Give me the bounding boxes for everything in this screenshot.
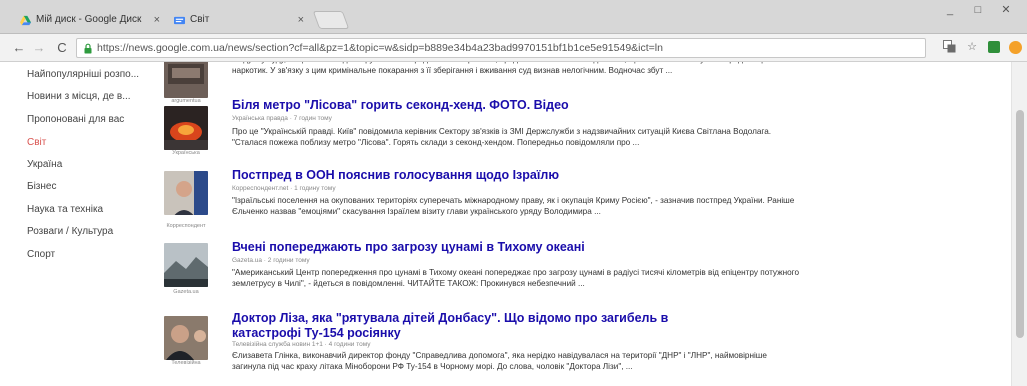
google-news-icon [174, 16, 185, 25]
article-title-link[interactable]: Біля метро "Лісова" горить секонд-хенд. … [232, 98, 569, 113]
article-title-link[interactable]: Доктор Ліза, яка "рятувала дітей Донбасу… [232, 311, 702, 341]
translate-icon[interactable] [942, 40, 956, 54]
close-icon[interactable]: × [154, 6, 160, 34]
new-tab-button[interactable] [312, 11, 350, 29]
reload-icon[interactable]: C [53, 39, 71, 57]
window-close-icon[interactable]: ✕ [993, 2, 1019, 18]
sidebar-item-world[interactable]: Світ [27, 137, 46, 148]
thumbnail-source: argumentua [171, 98, 201, 104]
thumbnail-source: Телевізійна [171, 360, 201, 366]
thumbnail-source: Gazeta.ua [173, 289, 199, 295]
thumbnail-source: Корреспондент [166, 223, 206, 229]
article-snippet: "Американський Центр попередження про цу… [232, 268, 800, 288]
sidebar-item-local[interactable]: Новини з місця, де в... [27, 91, 131, 102]
article-thumbnail[interactable] [164, 171, 208, 215]
article-snippet: Єлизавета Глінка, виконавчий директор фо… [232, 351, 767, 371]
back-arrow-icon[interactable]: ← [10, 39, 28, 57]
close-icon[interactable]: × [298, 6, 304, 34]
section-sidebar: Найпопулярніші розпо... Новини з місця, … [0, 62, 150, 386]
article-thumbnail[interactable] [164, 106, 208, 150]
sidebar-item-science[interactable]: Наука та техніка [27, 204, 103, 215]
browser-toolbar: ← → C https://news.google.com.ua/news/se… [0, 34, 1027, 62]
tab-title: Світ [190, 14, 210, 25]
star-icon[interactable]: ☆ [965, 40, 979, 54]
article-title-link[interactable]: Постпред в ООН пояснив голосування щодо … [232, 168, 559, 183]
scrollbar-thumb[interactable] [1016, 110, 1024, 338]
article-thumbnail[interactable] [164, 316, 208, 360]
ext-green-icon[interactable] [988, 41, 1000, 53]
ext-orange-icon[interactable] [1009, 40, 1022, 54]
browser-tab-strip: Мій диск - Google Диск × Світ × _ □ ✕ [0, 0, 1027, 34]
article-source[interactable]: Телевізійна служба новин 1+1 · 4 години … [232, 341, 371, 348]
lock-icon [84, 43, 92, 54]
news-feed: argumentua на думку суду, якщо особа зад… [150, 62, 1010, 386]
article-snippet: Про це "Українській правді. Київ" повідо… [232, 127, 772, 147]
article-source[interactable]: Українська правда · 7 годин тому [232, 115, 332, 122]
article-thumbnail[interactable] [164, 243, 208, 287]
article-snippet: "Ізраїльські поселення на окупованих тер… [232, 196, 795, 216]
thumbnail-source: Українська [172, 150, 200, 156]
window-controls: _ □ ✕ [937, 2, 1019, 18]
minimize-icon[interactable]: _ [937, 2, 963, 18]
forward-arrow-icon[interactable]: → [30, 39, 48, 57]
article-title-link[interactable]: Вчені попереджають про загрозу цунамі в … [232, 240, 585, 255]
sidebar-item-suggested[interactable]: Пропоновані для вас [27, 114, 124, 125]
address-bar[interactable]: https://news.google.com.ua/news/section?… [76, 38, 926, 58]
page-scrollbar[interactable] [1011, 62, 1027, 386]
extensions-area: ☆ [942, 40, 1022, 54]
tab-world-news[interactable]: Світ × [164, 6, 314, 34]
tab-google-drive[interactable]: Мій диск - Google Диск × [10, 6, 170, 34]
sidebar-item-business[interactable]: Бізнес [27, 181, 56, 192]
tab-title: Мій диск - Google Диск [36, 14, 142, 25]
maximize-icon[interactable]: □ [965, 2, 991, 18]
google-drive-icon [20, 15, 31, 26]
article-source[interactable]: Корреспондент.net · 1 годину тому [232, 185, 336, 192]
article-source[interactable]: Gazeta.ua · 2 години тому [232, 257, 310, 264]
sidebar-item-ukraine[interactable]: Україна [27, 159, 62, 170]
sidebar-item-sport[interactable]: Спорт [27, 249, 55, 260]
sidebar-item-entertainment[interactable]: Розваги / Культура [27, 226, 113, 237]
url-text: https://news.google.com.ua/news/section?… [97, 42, 663, 54]
sidebar-item-top-stories[interactable]: Найпопулярніші розпо... [27, 69, 139, 80]
article-snippet: на думку суду, якщо особа задекларувала … [232, 62, 772, 75]
article-thumbnail[interactable] [164, 62, 208, 98]
